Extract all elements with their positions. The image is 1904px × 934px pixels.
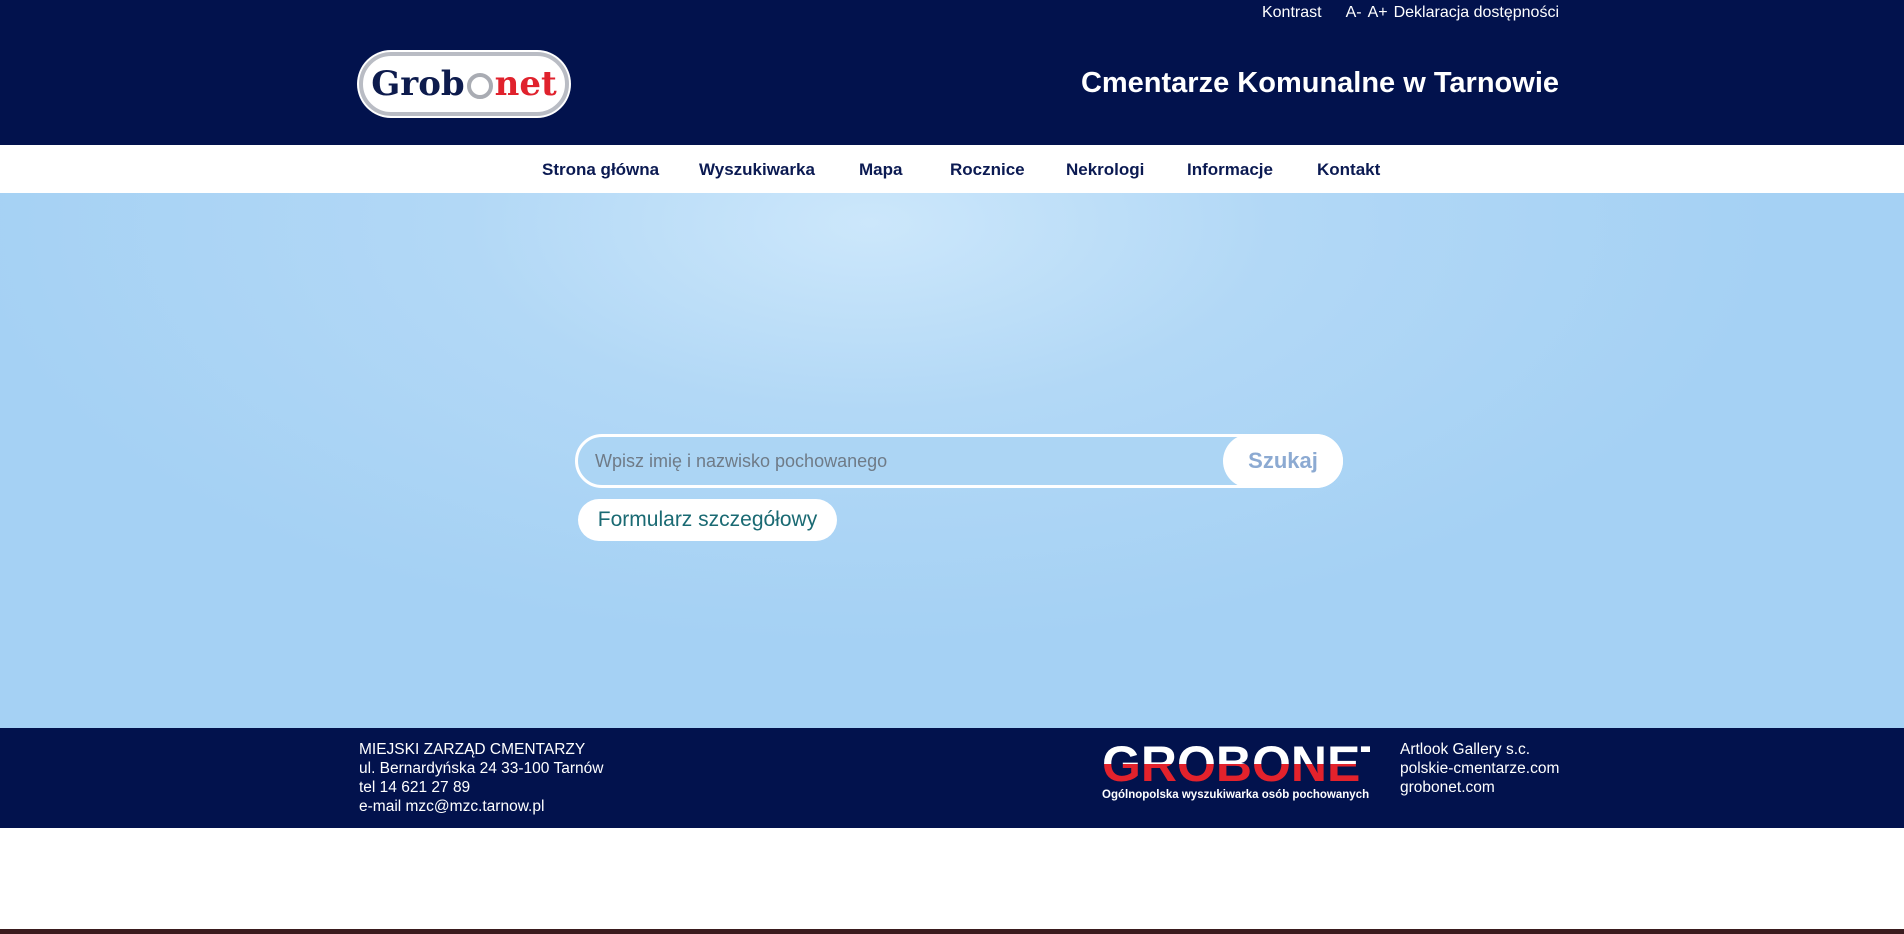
magnifier-icon [466,73,493,99]
nav-item-search[interactable]: Wyszukiwarka [699,160,815,180]
grobonet-footer-logo[interactable]: GROBONET Ogólnopolska wyszukiwarka osób … [1102,736,1391,803]
accessibility-declaration-link[interactable]: Deklaracja dostępności [1394,4,1559,22]
footer-link-grobonet[interactable]: grobonet.com [1400,778,1559,797]
footer-org-name: MIEJSKI ZARZĄD CMENTARZY [359,741,586,758]
nav-item-information[interactable]: Informacje [1187,160,1273,180]
nav-item-contact[interactable]: Kontakt [1317,160,1380,180]
footer-email[interactable]: e-mail mzc@mzc.tarnow.pl [359,797,603,816]
nav-item-map[interactable]: Mapa [859,160,902,180]
footer-phone: tel 14 621 27 89 [359,779,471,796]
font-size-controls: A- A+ Deklaracja dostępności [1346,4,1559,22]
footer-links: Artlook Gallery s.c. polskie-cmentarze.c… [1400,740,1559,797]
nav-item-anniversaries[interactable]: Rocznice [950,160,1025,180]
accessibility-bar: Kontrast A- A+ Deklaracja dostępności [1262,4,1559,22]
font-decrease-link[interactable]: A- [1346,4,1362,22]
site-header: Kontrast A- A+ Deklaracja dostępności Gr… [0,0,1904,145]
nav-item-obituaries[interactable]: Nekrologi [1066,160,1144,180]
grobonet-logo[interactable]: Grob net [359,52,569,116]
search-bar: Szukaj [575,434,1343,488]
site-footer: MIEJSKI ZARZĄD CMENTARZY ul. Bernardyńsk… [0,728,1904,828]
footer-address: ul. Bernardyńska 24 33-100 Tarnów [359,760,604,777]
footer-contact: MIEJSKI ZARZĄD CMENTARZY ul. Bernardyńsk… [359,740,603,816]
site-title: Cmentarze Komunalne w Tarnowie [1080,67,1559,99]
main-nav: Strona główna Wyszukiwarka Mapa Rocznice… [0,145,1904,193]
logo-text-part2: net [494,64,557,104]
search-button[interactable]: Szukaj [1223,434,1343,488]
font-increase-link[interactable]: A+ [1368,4,1388,22]
contrast-link[interactable]: Kontrast [1262,4,1322,22]
nav-item-home[interactable]: Strona główna [542,160,659,180]
logo-text-part1: Grob [371,64,465,104]
footer-link-polskie-cmentarze[interactable]: polskie-cmentarze.com [1400,759,1559,778]
search-input[interactable] [595,437,1195,485]
footer-company: Artlook Gallery s.c. [1400,741,1531,758]
footer-brand-tagline: Ogólnopolska wyszukiwarka osób pochowany… [1102,789,1370,801]
page-bottom-divider [0,929,1904,934]
advanced-form-button[interactable]: Formularz szczegółowy [578,499,837,541]
footer-brand-name: GROBONET [1102,736,1391,792]
